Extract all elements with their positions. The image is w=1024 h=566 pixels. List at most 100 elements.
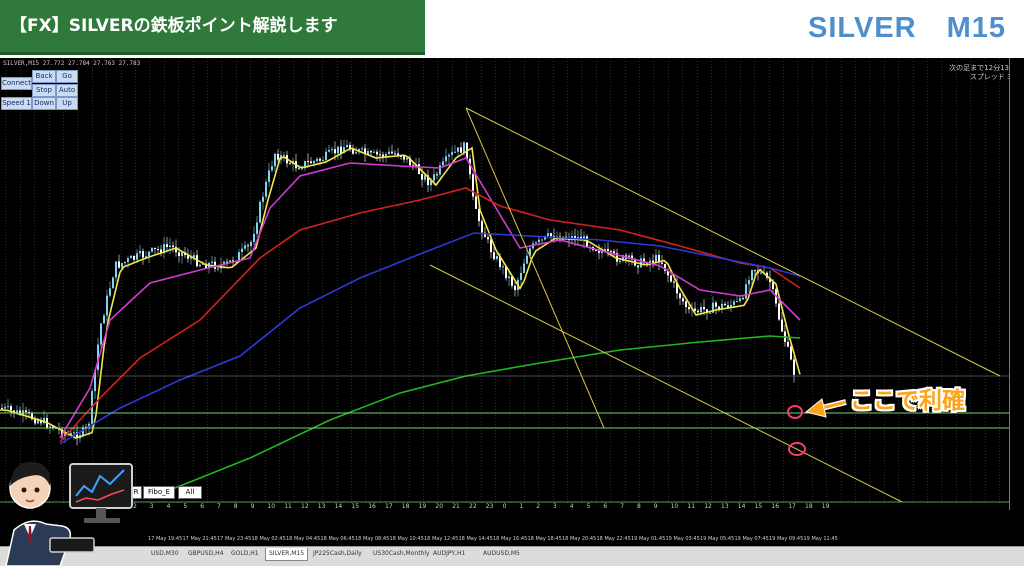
candle-body — [217, 268, 219, 270]
candle-body — [289, 163, 291, 165]
symbol-timeframe-title: SILVER M15 — [808, 12, 1006, 45]
candle-body — [436, 174, 438, 176]
fibo-button[interactable]: Fibo_E — [143, 486, 175, 499]
ema-green-line — [149, 335, 801, 499]
go-button[interactable]: Go — [56, 70, 78, 83]
candle-body — [274, 153, 276, 167]
candle-body — [682, 298, 684, 302]
candle-body — [787, 341, 789, 347]
hour-label: 16 — [368, 503, 376, 510]
back-button[interactable]: Back — [32, 70, 56, 83]
candle-body — [700, 306, 702, 313]
hour-label: 5 — [586, 503, 591, 510]
candle-body — [733, 301, 735, 305]
hour-label: 12 — [704, 503, 712, 510]
candle-body — [685, 301, 687, 307]
candle-body — [502, 266, 504, 268]
chart-tab[interactable]: GOLD,H1 — [228, 548, 262, 560]
chart-tab[interactable]: AUDUSD,M5 — [480, 548, 523, 560]
candle-body — [523, 263, 525, 273]
candle-body — [607, 248, 609, 252]
candle-body — [10, 406, 12, 411]
time-label: 17 May 19:45 — [148, 536, 183, 542]
down-button[interactable]: Down — [32, 97, 56, 110]
candle-body — [673, 281, 675, 283]
banner-title: 【FX】SILVERの鉄板ポイント解説します — [10, 16, 338, 36]
hour-label: 17 — [385, 503, 393, 510]
hour-label: 21 — [452, 503, 460, 510]
candle-body — [487, 237, 489, 240]
price-chart[interactable] — [0, 58, 1024, 510]
chart-tab[interactable]: GBPUSD,H4 — [185, 548, 226, 560]
candle-body — [493, 252, 495, 260]
candle-body — [475, 196, 477, 209]
candle-body — [124, 261, 126, 264]
hour-label: 22 — [469, 503, 477, 510]
candle-body — [514, 285, 516, 291]
chart-tab[interactable]: JP225Cash,Daily — [310, 548, 365, 560]
auto-button[interactable]: Auto — [56, 84, 78, 97]
candle-body — [355, 152, 357, 154]
stop-button[interactable]: Stop — [32, 84, 56, 97]
candle-body — [709, 312, 711, 314]
time-label: 18 May 16:45 — [493, 536, 528, 542]
timeframe-label: M15 — [946, 12, 1006, 44]
candle-body — [460, 147, 462, 153]
time-label: 18 May 12:45 — [424, 536, 459, 542]
all-button[interactable]: All — [178, 486, 202, 499]
candle-body — [637, 265, 639, 268]
candle-body — [619, 260, 621, 262]
hour-label: 2 — [536, 503, 541, 510]
candle-body — [451, 152, 453, 155]
candle-body — [103, 315, 105, 324]
candle-body — [373, 151, 375, 153]
candle-body — [370, 151, 372, 153]
candle-body — [442, 161, 444, 166]
candle-body — [376, 151, 378, 155]
candle-body — [778, 303, 780, 320]
chart-tab[interactable]: SILVER,M15 — [265, 548, 309, 561]
time-label: 19 May 01:45 — [631, 536, 666, 542]
hour-label: 18 — [401, 503, 410, 510]
hour-label: 10 — [670, 503, 679, 510]
chart-tab[interactable]: USD,M30 — [148, 548, 182, 560]
hour-label: 16 — [771, 503, 780, 510]
time-label: 19 May 03:45 — [665, 536, 700, 542]
speed-button[interactable]: Speed 1 — [1, 97, 32, 110]
candle-body — [7, 406, 9, 408]
candle-body — [496, 255, 498, 260]
candle-body — [142, 251, 144, 258]
candle-body — [640, 258, 642, 268]
candle-body — [271, 166, 273, 171]
hour-label: 6 — [603, 503, 608, 510]
hour-label: 4 — [166, 503, 171, 510]
candle-body — [262, 196, 264, 202]
candle-body — [178, 252, 180, 256]
chart-tab[interactable]: AUDJPY,H1 — [430, 548, 468, 560]
candle-body — [520, 272, 522, 280]
candle-body — [541, 239, 543, 241]
candle-body — [328, 149, 330, 152]
up-button[interactable]: Up — [56, 97, 78, 110]
ema-red-line — [59, 187, 801, 443]
time-label: 18 May 02:45 — [251, 536, 286, 542]
candle-body — [724, 303, 726, 306]
candle-body — [454, 151, 456, 153]
hour-label: 7 — [620, 503, 625, 510]
hour-label: 3 — [553, 503, 557, 510]
candle-body — [610, 251, 612, 253]
candle-body — [421, 174, 423, 180]
chart-tab[interactable]: US30Cash,Monthly — [370, 548, 433, 560]
candle-body — [772, 282, 774, 290]
candlesticks — [1, 139, 795, 446]
candle-body — [679, 293, 681, 299]
candle-body — [481, 221, 483, 233]
candle-body — [310, 161, 312, 164]
hour-label: 13 — [721, 503, 729, 510]
connect-button[interactable]: Connect — [1, 77, 32, 90]
candle-body — [151, 247, 153, 252]
chart-canvas[interactable] — [0, 58, 1010, 510]
candle-body — [229, 260, 231, 262]
hour-label: 3 — [149, 503, 154, 510]
bar-timer: 次の足まで12分13秒 — [949, 64, 1016, 72]
